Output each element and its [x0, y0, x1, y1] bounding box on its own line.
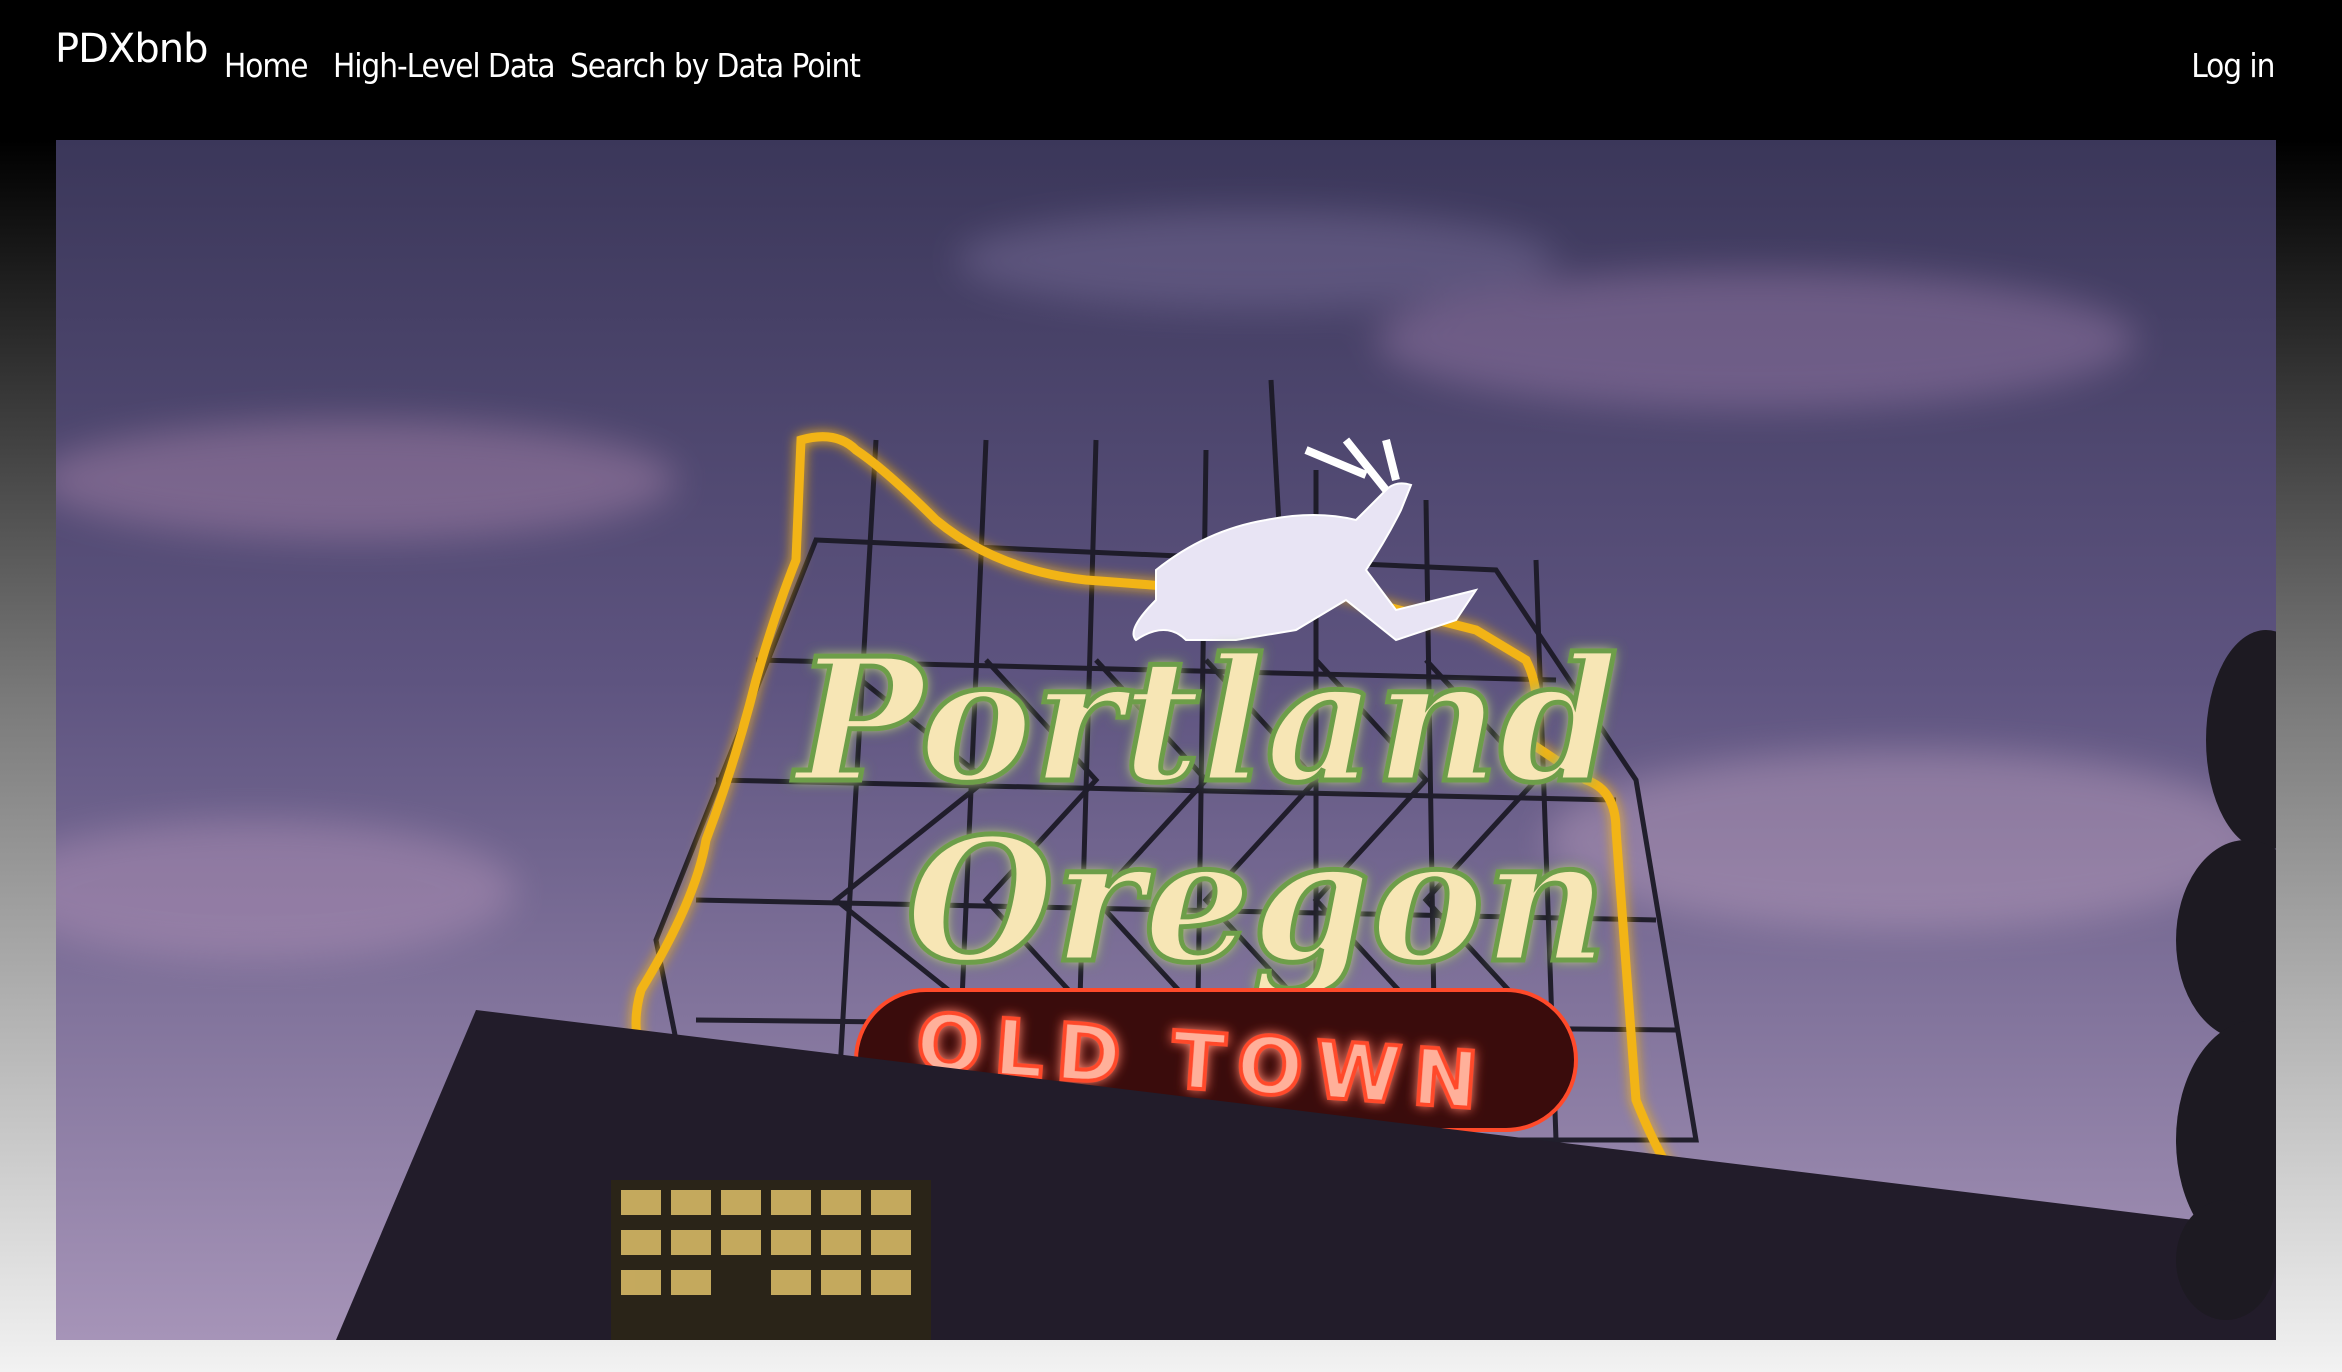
- sign-text-portland: Portland: [792, 621, 1618, 821]
- login-link[interactable]: Log in: [2191, 46, 2275, 85]
- lit-windows: [611, 1180, 931, 1340]
- portland-sign-illustration: Portland Oregon OLD TOWN: [56, 140, 2276, 1340]
- sign-text-oregon: Oregon: [906, 801, 1608, 1001]
- nav-search-by-data-point-link[interactable]: Search by Data Point: [570, 46, 861, 85]
- brand-logo-link[interactable]: PDXbnb: [55, 26, 208, 72]
- top-navbar: PDXbnb Home High-Level Data Search by Da…: [0, 0, 2342, 140]
- nav-high-level-data-link[interactable]: High-Level Data: [333, 46, 556, 85]
- hero-image: Portland Oregon OLD TOWN: [56, 140, 2276, 1340]
- nav-home-link[interactable]: Home: [224, 46, 308, 85]
